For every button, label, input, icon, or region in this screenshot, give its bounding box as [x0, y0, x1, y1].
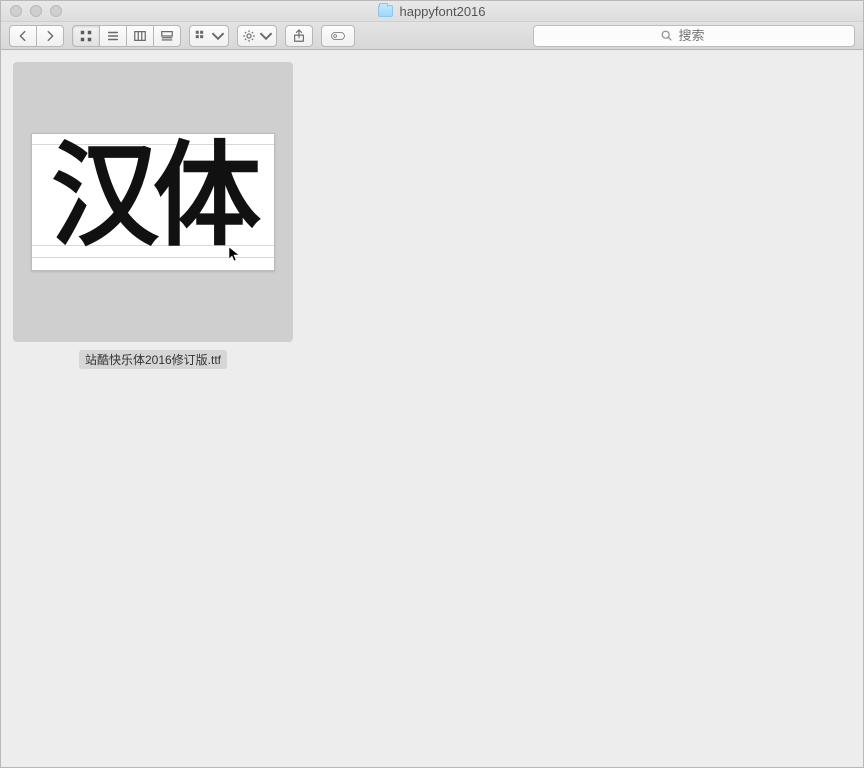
content-area[interactable]: 汉体 站酷快乐体2016修订版.ttf	[1, 50, 863, 767]
view-group	[72, 25, 181, 47]
toolbar	[1, 22, 863, 50]
share-icon	[292, 29, 306, 43]
search-input[interactable]	[679, 28, 729, 43]
minimize-window-button[interactable]	[30, 5, 42, 17]
arrange-button[interactable]	[189, 25, 229, 47]
chevron-right-icon	[43, 29, 57, 43]
file-thumbnail-selected[interactable]: 汉体	[13, 62, 293, 342]
action-button[interactable]	[237, 25, 277, 47]
tags-button[interactable]	[321, 25, 355, 47]
close-window-button[interactable]	[10, 5, 22, 17]
list-icon	[106, 29, 120, 43]
nav-group	[9, 25, 64, 47]
titlebar: happyfont2016	[1, 1, 863, 22]
coverflow-icon	[160, 29, 174, 43]
window-title-text: happyfont2016	[399, 4, 485, 19]
share-button[interactable]	[285, 25, 313, 47]
font-sample-text: 汉体	[38, 135, 268, 257]
icon-view-button[interactable]	[72, 25, 100, 47]
finder-window: happyfont2016	[0, 0, 864, 768]
search-icon	[660, 29, 673, 42]
font-preview-card: 汉体	[31, 133, 275, 271]
forward-button[interactable]	[36, 25, 64, 47]
chevron-left-icon	[16, 29, 30, 43]
grid-icon	[79, 29, 93, 43]
coverflow-view-button[interactable]	[153, 25, 181, 47]
gear-icon	[242, 29, 256, 43]
chevron-down-icon	[211, 29, 225, 43]
folder-icon	[378, 5, 393, 17]
back-button[interactable]	[9, 25, 37, 47]
chevron-down-icon	[259, 29, 273, 43]
search-field[interactable]	[533, 25, 855, 47]
tag-icon	[331, 29, 345, 43]
column-view-button[interactable]	[126, 25, 154, 47]
window-title: happyfont2016	[1, 4, 863, 19]
columns-icon	[133, 29, 147, 43]
arrange-icon	[194, 29, 208, 43]
list-view-button[interactable]	[99, 25, 127, 47]
zoom-window-button[interactable]	[50, 5, 62, 17]
file-name-label[interactable]: 站酷快乐体2016修订版.ttf	[79, 350, 227, 369]
window-controls	[1, 5, 62, 17]
file-item[interactable]: 汉体 站酷快乐体2016修订版.ttf	[13, 62, 293, 369]
